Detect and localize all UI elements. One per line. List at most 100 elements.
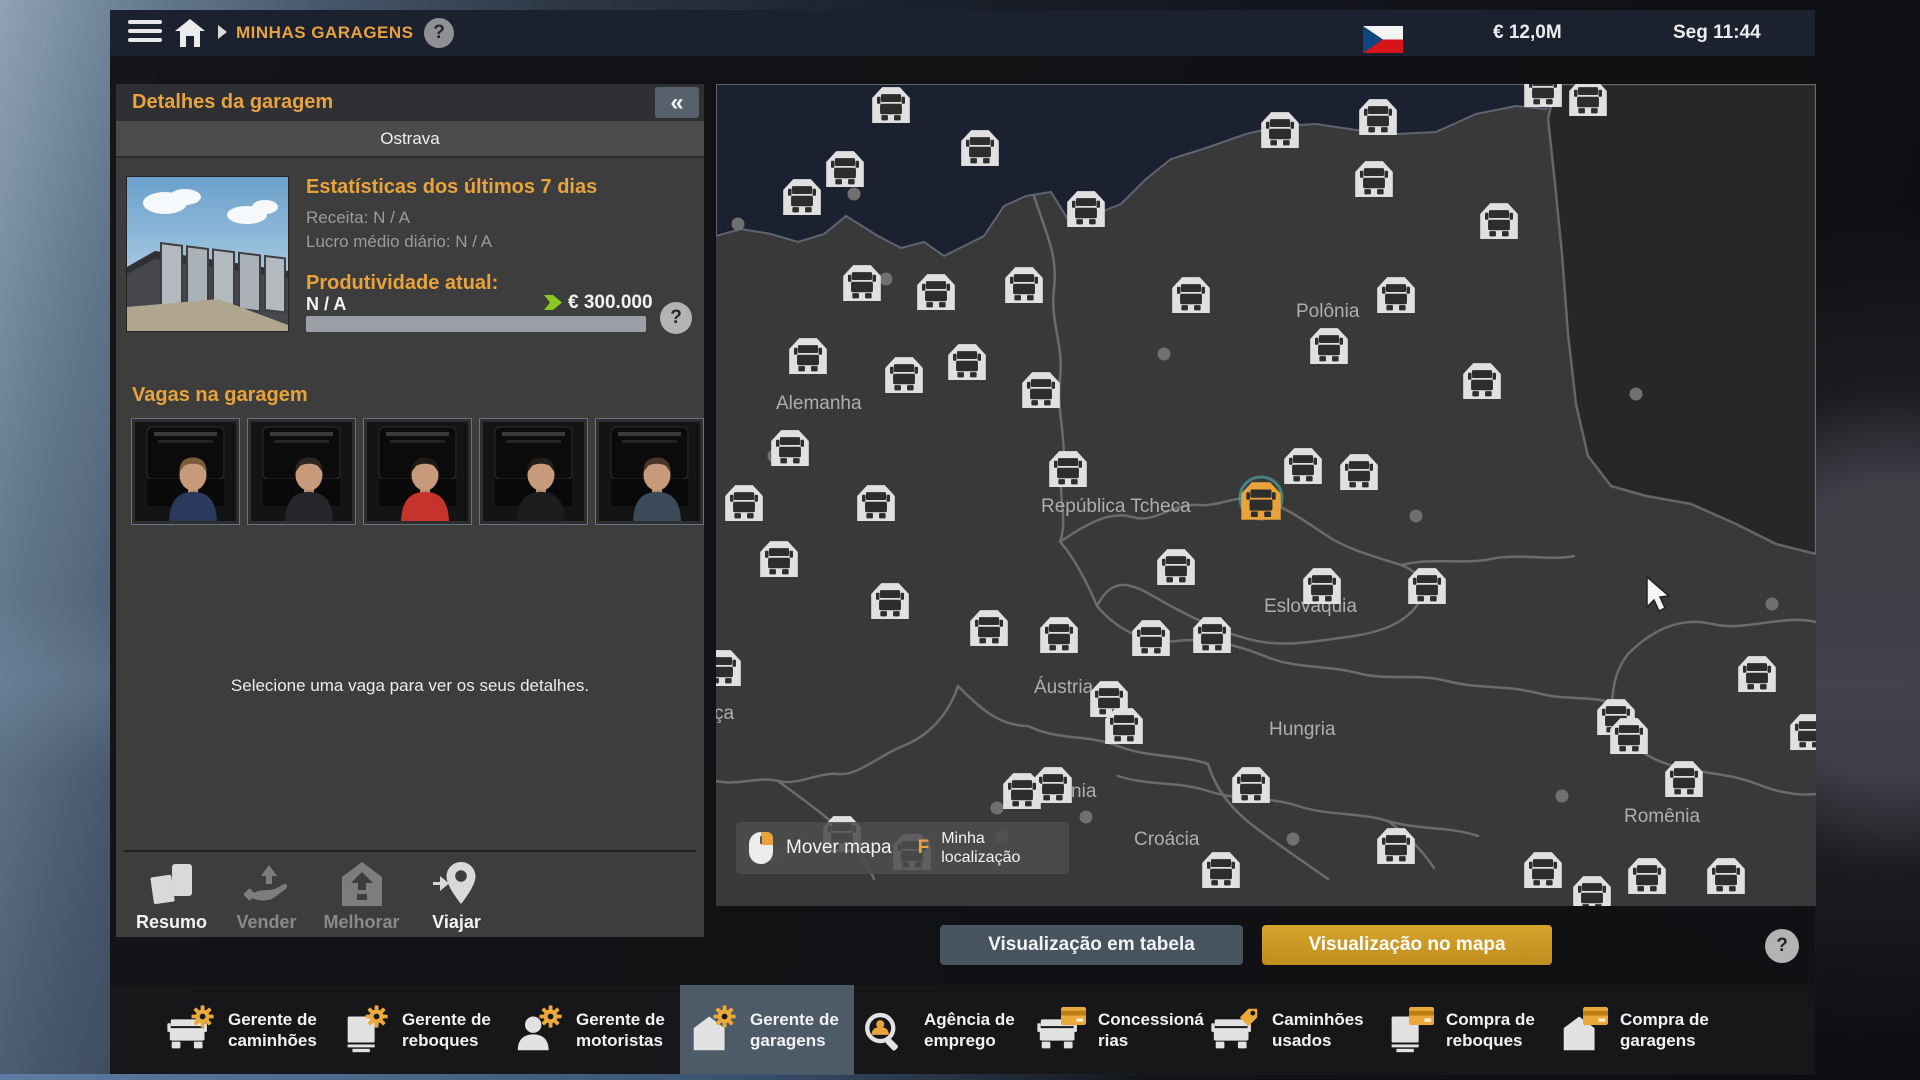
garage-marker[interactable] — [1480, 203, 1518, 239]
truck-icon — [1034, 1004, 1088, 1056]
garage-marker[interactable] — [1665, 761, 1703, 797]
country-label: ça — [716, 703, 735, 724]
toolbar-item-rias[interactable]: Concessionárias — [1028, 985, 1202, 1075]
garage-name: Ostrava — [116, 121, 704, 158]
garage-marker[interactable] — [1005, 267, 1043, 303]
toolbar-item-label: Compra degaragens — [1620, 1009, 1709, 1051]
garage-marker[interactable] — [1355, 161, 1393, 197]
player-garage-marker[interactable] — [1241, 482, 1280, 520]
garage-marker[interactable] — [1377, 277, 1415, 313]
collapse-panel-button[interactable]: « — [655, 87, 699, 118]
garage-slot[interactable] — [479, 418, 588, 525]
garage-marker[interactable] — [885, 357, 923, 393]
garage-marker[interactable] — [1524, 852, 1562, 888]
garage-marker[interactable] — [872, 87, 910, 123]
garage-marker[interactable] — [1377, 828, 1415, 864]
garage-marker[interactable] — [1261, 112, 1299, 148]
garage-slot[interactable] — [595, 418, 704, 525]
garage-marker[interactable] — [1628, 858, 1666, 894]
garage-marker[interactable] — [1303, 568, 1341, 604]
garage-marker[interactable] — [871, 583, 909, 619]
breadcrumb[interactable]: MINHAS GARAGENS — [236, 23, 414, 43]
garage-marker[interactable] — [1022, 372, 1060, 408]
truck-icon — [1208, 1004, 1262, 1056]
country-label: Romênia — [1624, 806, 1700, 827]
garage-photo — [126, 176, 289, 332]
garage-marker[interactable] — [1284, 448, 1322, 484]
toolbar-item-label: Gerente decaminhões — [228, 1009, 317, 1051]
garage-marker[interactable] — [857, 485, 895, 521]
help-icon[interactable]: ? — [424, 18, 454, 48]
toolbar-item-reboques[interactable]: Compra dereboques — [1376, 985, 1550, 1075]
view-help-icon[interactable]: ? — [1765, 929, 1799, 963]
panel-title: Detalhes da garagem — [132, 91, 333, 114]
toolbar-item-garagens[interactable]: Gerente degaragens — [680, 985, 854, 1075]
map-view-button[interactable]: Visualização no mapa — [1262, 925, 1552, 965]
garage-marker[interactable] — [1132, 620, 1170, 656]
garage-marker[interactable] — [1172, 277, 1210, 313]
garage-slot[interactable] — [247, 418, 356, 525]
garage-marker[interactable] — [1049, 451, 1087, 487]
money-display: € 12,0M — [1493, 22, 1562, 44]
garage-marker[interactable] — [1003, 773, 1041, 809]
manager-toolbar: Gerente decaminhõesGerente dereboquesGer… — [110, 985, 1815, 1075]
daily-profit-stat: Lucro médio diário: N / A — [306, 232, 492, 252]
garage-marker[interactable] — [1232, 767, 1270, 803]
garage-marker[interactable] — [1193, 617, 1231, 653]
toolbar-item-label: Agência deemprego — [924, 1009, 1015, 1051]
productivity-help-icon[interactable]: ? — [660, 302, 692, 334]
country-label: Polônia — [1296, 301, 1360, 322]
home-icon[interactable] — [174, 18, 206, 48]
garage-marker[interactable] — [948, 344, 986, 380]
garage-marker[interactable] — [1738, 656, 1776, 692]
garage-marker[interactable] — [843, 265, 881, 301]
garage-marker[interactable] — [1408, 568, 1446, 604]
view-toggle-row: Visualização em tabela Visualização no m… — [110, 925, 1815, 967]
garage-marker[interactable] — [783, 179, 821, 215]
garage-map[interactable]: PolôniaAlemanhaRepública TchecaEslováqui… — [716, 84, 1816, 906]
garage-marker[interactable] — [1340, 454, 1378, 490]
map-controls-hint: Mover mapa F Minha localização — [736, 822, 1069, 874]
productivity-value: N / A — [306, 294, 346, 315]
garage-marker[interactable] — [760, 541, 798, 577]
move-map-label: Mover mapa — [786, 837, 892, 859]
garage-marker[interactable] — [1463, 363, 1501, 399]
garage-slot[interactable] — [363, 418, 472, 525]
garage-marker[interactable] — [961, 130, 999, 166]
map-svg[interactable]: PolôniaAlemanhaRepública TchecaEslováqui… — [716, 84, 1816, 906]
garage-marker[interactable] — [1610, 718, 1648, 754]
garage-marker[interactable] — [771, 430, 809, 466]
city-dot — [880, 273, 893, 286]
garage-marker[interactable] — [725, 485, 763, 521]
garage-marker[interactable] — [1105, 708, 1143, 744]
garage-marker[interactable] — [1067, 191, 1105, 227]
garage-slots — [131, 418, 704, 525]
garage-slot[interactable] — [131, 418, 240, 525]
garage-marker[interactable] — [1040, 617, 1078, 653]
garage-marker[interactable] — [1524, 84, 1562, 107]
toolbar-item-usados[interactable]: Caminhõesusados — [1202, 985, 1376, 1075]
garage-marker[interactable] — [1202, 852, 1240, 888]
toolbar-item-emprego[interactable]: Agência deemprego — [854, 985, 1028, 1075]
garage-marker[interactable] — [1359, 99, 1397, 135]
garage-marker[interactable] — [1157, 549, 1195, 585]
city-dot — [848, 188, 861, 201]
garage-marker[interactable] — [1569, 84, 1607, 116]
table-view-button[interactable]: Visualização em tabela — [940, 925, 1243, 965]
garage-marker[interactable] — [970, 610, 1008, 646]
toolbar-item-motoristas[interactable]: Gerente demotoristas — [506, 985, 680, 1075]
country-label: Alemanha — [776, 393, 862, 414]
city-dot — [1158, 348, 1171, 361]
toolbar-item-caminhões[interactable]: Gerente decaminhões — [158, 985, 332, 1075]
garage-marker[interactable] — [826, 151, 864, 187]
toolbar-item-reboques[interactable]: Gerente dereboques — [332, 985, 506, 1075]
garage-details-panel: Detalhes da garagem « Ostrava — [116, 84, 704, 937]
trailer-icon — [338, 1004, 392, 1056]
garage-marker[interactable] — [1707, 858, 1745, 894]
garage-marker[interactable] — [789, 338, 827, 374]
garage-marker[interactable] — [1310, 328, 1348, 364]
toolbar-item-garagens[interactable]: Compra degaragens — [1550, 985, 1724, 1075]
menu-icon[interactable] — [128, 20, 162, 46]
garage-marker[interactable] — [917, 274, 955, 310]
house-icon — [686, 1004, 740, 1056]
